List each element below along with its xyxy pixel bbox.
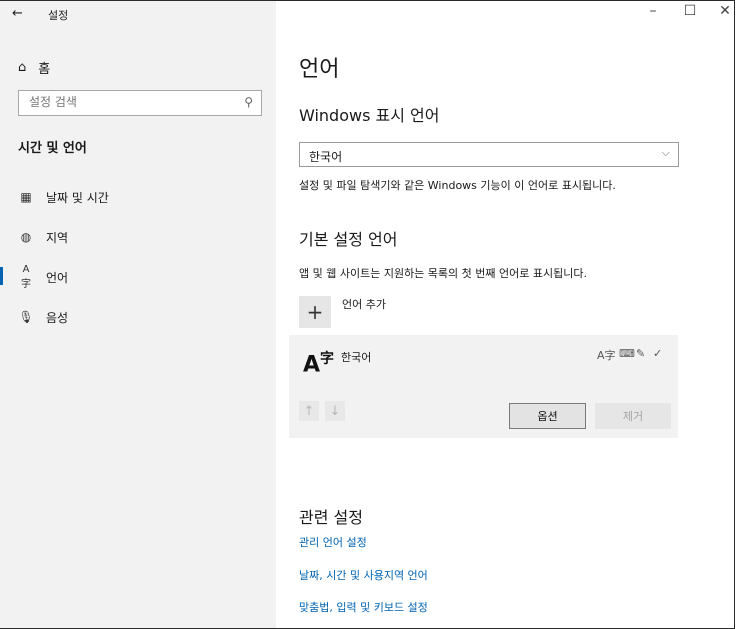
main-content: 언어 Windows 표시 언어 한국어 ⌵ 설정 및 파일 탐색기와 같은 W… (276, 1, 734, 628)
search-input[interactable] (19, 91, 239, 113)
sidebar-item-date-time[interactable]: ▦ 날짜 및 시간 (18, 187, 109, 207)
close-button[interactable]: ✕ (710, 3, 734, 19)
arrow-up-icon: ↑ (303, 403, 315, 419)
spellcheck-feature-icon: ✓ (653, 347, 663, 360)
search-icon[interactable]: ⚲ (244, 95, 253, 109)
window-title: 설정 (48, 9, 69, 22)
home-icon: ⌂ (18, 60, 27, 75)
display-language-dropdown[interactable]: 한국어 ⌵ (299, 142, 679, 167)
speech-feature-icon: ⌨ (619, 347, 635, 360)
language-icon: A字 (21, 264, 31, 290)
sidebar-item-label: 날짜 및 시간 (46, 190, 109, 205)
add-language-label[interactable]: 언어 추가 (342, 296, 386, 312)
move-down-button[interactable]: ↓ (325, 401, 345, 421)
plus-icon: + (306, 300, 324, 324)
remove-button[interactable]: 제거 (595, 403, 671, 429)
handwriting-feature-icon: ✎ (636, 347, 646, 360)
nav-home[interactable]: ⌂ 홈 (18, 58, 50, 77)
link-spelling-typing-keyboard[interactable]: 맞춤법, 입력 및 키보드 설정 (299, 599, 428, 615)
language-name: 한국어 (341, 351, 372, 364)
settings-window: ⌂ 홈 ⚲ 시간 및 언어 ▦ 날짜 및 시간 ◍ 지역 A字 언어 🎙︎ 음성… (0, 0, 735, 629)
preferred-language-description: 앱 및 웹 사이트는 지원하는 목록의 첫 번째 언어로 표시됩니다. (299, 267, 587, 280)
back-button[interactable]: ← (12, 6, 23, 21)
sidebar-item-label: 음성 (46, 310, 69, 325)
link-admin-language[interactable]: 관리 언어 설정 (299, 534, 367, 550)
sidebar: ⌂ 홈 ⚲ 시간 및 언어 ▦ 날짜 및 시간 ◍ 지역 A字 언어 🎙︎ 음성 (0, 1, 276, 628)
active-indicator (0, 267, 3, 285)
link-date-time-region[interactable]: 날짜, 시간 및 사용지역 언어 (299, 567, 428, 583)
sidebar-item-label: 지역 (46, 230, 69, 245)
move-up-button[interactable]: ↑ (299, 401, 319, 421)
search-box[interactable]: ⚲ (18, 90, 262, 116)
chevron-down-icon: ⌵ (661, 146, 670, 159)
options-button[interactable]: 옵션 (509, 403, 586, 429)
title-bar: ← 설정 – ☐ ✕ (0, 1, 734, 31)
sidebar-item-region[interactable]: ◍ 지역 (18, 227, 68, 247)
maximize-button[interactable]: ☐ (675, 3, 705, 19)
preferred-language-heading: 기본 설정 언어 (299, 230, 398, 249)
display-language-heading: Windows 표시 언어 (299, 106, 440, 125)
calendar-clock-icon: ▦ (20, 190, 32, 204)
language-glyph-icon: A字 (303, 351, 335, 378)
language-item-korean[interactable]: A字 한국어 A字 ⌨ ✎ ✓ ↑ ↓ 옵션 제거 (289, 335, 678, 438)
display-language-feature-icon: A字 (597, 349, 616, 362)
sidebar-item-label: 언어 (46, 270, 69, 285)
related-settings-heading: 관련 설정 (299, 508, 363, 527)
globe-icon: ◍ (20, 230, 32, 244)
minimize-button[interactable]: – (638, 3, 668, 19)
sidebar-item-speech[interactable]: 🎙︎ 음성 (18, 307, 68, 327)
arrow-down-icon: ↓ (329, 403, 341, 419)
section-title: 시간 및 언어 (18, 141, 87, 156)
home-label: 홈 (38, 62, 51, 77)
dropdown-value: 한국어 (309, 150, 343, 164)
microphone-icon: 🎙︎ (18, 310, 34, 324)
sidebar-item-language[interactable]: A字 언어 (18, 264, 69, 290)
page-title: 언어 (299, 57, 340, 82)
add-language-button[interactable]: + (299, 296, 331, 328)
display-language-description: 설정 및 파일 탐색기와 같은 Windows 기능이 이 언어로 표시됩니다. (299, 179, 616, 192)
